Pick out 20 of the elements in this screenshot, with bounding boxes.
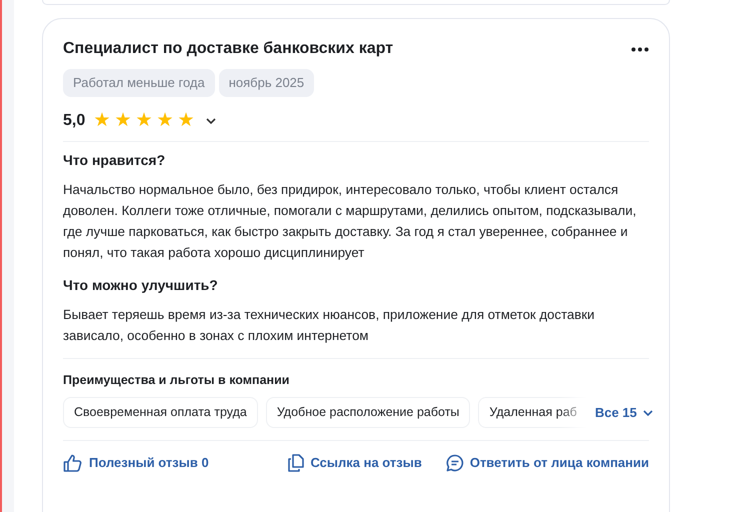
- show-all-link[interactable]: Все 15: [594, 402, 653, 422]
- tag: ноябрь 2025: [218, 69, 314, 96]
- rating-value: 5,0: [63, 110, 86, 130]
- section-heading: Что можно улучшить?: [63, 276, 219, 295]
- star-icon: ★: [177, 111, 194, 130]
- review-text: Бывает теряешь время из-за технических нюансов, приложение для отметок доставки зависало, особенно в зонах с плохим интернетом: [63, 306, 596, 345]
- review-title: Специалист по доставке банковских карт: [63, 39, 394, 59]
- benefit-tag: Своевременная оплата труда: [63, 397, 258, 428]
- helpful-button[interactable]: Полезный отзыв 0: [63, 453, 209, 472]
- review-link-button[interactable]: Ссылка на отзыв: [288, 453, 422, 472]
- benefits-heading: Преимущества и льготы в компании: [63, 372, 290, 389]
- star-icon: ★: [114, 111, 132, 130]
- benefit-tag: Удобное расположение работы: [266, 397, 470, 428]
- review-text: Начальство нормальное было, без придирок, интересовало только, чтобы клиент остался доволен. Коллеги тоже отличные, помогали с маршрутами, делились опытом, подсказывали, где лучше парковаться, как быстро закрыть доставку. За год я стал увереннее, собраннее и понял, что такая работа хорошо дисциплинирует: [63, 180, 638, 262]
- star-icon: ★: [156, 111, 174, 130]
- company-reply-button[interactable]: Ответить от лица компании: [446, 453, 649, 472]
- star-icon: ★: [93, 111, 110, 130]
- tag: Работал меньше года: [63, 69, 215, 96]
- star-icon: ★: [135, 111, 152, 130]
- section-heading: Что нравится?: [63, 150, 166, 170]
